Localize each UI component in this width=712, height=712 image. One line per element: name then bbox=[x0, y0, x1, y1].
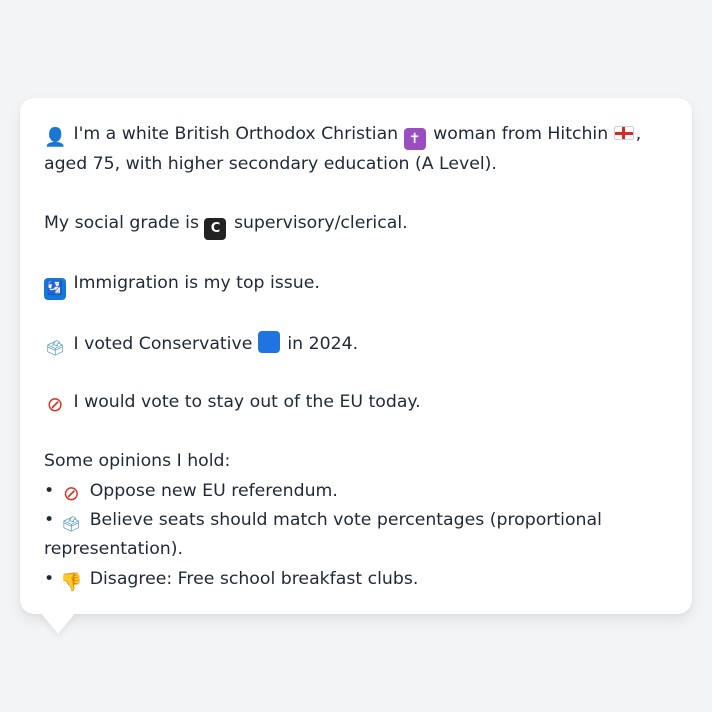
eu-text: I would vote to stay out of the EU today… bbox=[73, 392, 421, 413]
no-entry-icon: ⊘ bbox=[62, 480, 80, 505]
vote-text-a: I voted Conservative bbox=[73, 333, 253, 354]
opinions-heading: Some opinions I hold: bbox=[44, 451, 231, 472]
c-letter-icon: C bbox=[204, 217, 227, 240]
opinion-text: Disagree: Free school breakfast clubs. bbox=[89, 568, 419, 589]
grade-text-a: My social grade is bbox=[44, 212, 199, 233]
ballot-box-icon: 🗳 bbox=[45, 338, 65, 357]
intro-paragraph: 👤 I'm a white British Orthodox Christian… bbox=[44, 120, 668, 179]
opinion-text: Oppose new EU referendum. bbox=[89, 480, 338, 501]
list-item: • 👎 Disagree: Free school breakfast clubs… bbox=[44, 565, 668, 594]
blue-square-icon bbox=[257, 330, 280, 353]
list-item: • ⊘ Oppose new EU referendum. bbox=[44, 477, 668, 506]
list-item: • 🗳 Believe seats should match vote perce… bbox=[44, 506, 668, 565]
bubble-tail bbox=[40, 612, 76, 634]
intro-text-b: woman from Hitchin bbox=[433, 124, 609, 144]
orthodox-cross-icon: ✝ bbox=[403, 128, 426, 150]
intro-text-a: I'm a white British Orthodox Christian bbox=[73, 124, 399, 144]
vote-text-b: in 2024. bbox=[287, 333, 359, 354]
passport-control-icon: 🛂 bbox=[44, 278, 66, 301]
vote-paragraph: 🗳 I voted Conservative in 2024. bbox=[44, 330, 668, 359]
grade-text-b: supervisory/clerical. bbox=[233, 212, 408, 233]
bullet: • bbox=[44, 480, 55, 501]
issue-text: Immigration is my top issue. bbox=[73, 273, 320, 294]
no-entry-icon: ⊘ bbox=[46, 392, 64, 417]
chat-bubble: 👤 I'm a white British Orthodox Christian… bbox=[20, 98, 692, 614]
top-issue-paragraph: 🛂 Immigration is my top issue. bbox=[44, 269, 668, 301]
social-grade-paragraph: My social grade is C supervisory/clerica… bbox=[44, 209, 668, 240]
england-flag-icon bbox=[613, 126, 634, 140]
eu-paragraph: ⊘ I would vote to stay out of the EU tod… bbox=[44, 388, 668, 417]
ballot-box-icon: 🗳 bbox=[61, 514, 81, 533]
opinion-text: Believe seats should match vote percenta… bbox=[44, 509, 602, 560]
bullet: • bbox=[44, 509, 55, 530]
person-icon: 👤 bbox=[44, 127, 67, 148]
bullet: • bbox=[44, 568, 55, 589]
thumbs-down-icon: 👎 bbox=[60, 571, 83, 593]
